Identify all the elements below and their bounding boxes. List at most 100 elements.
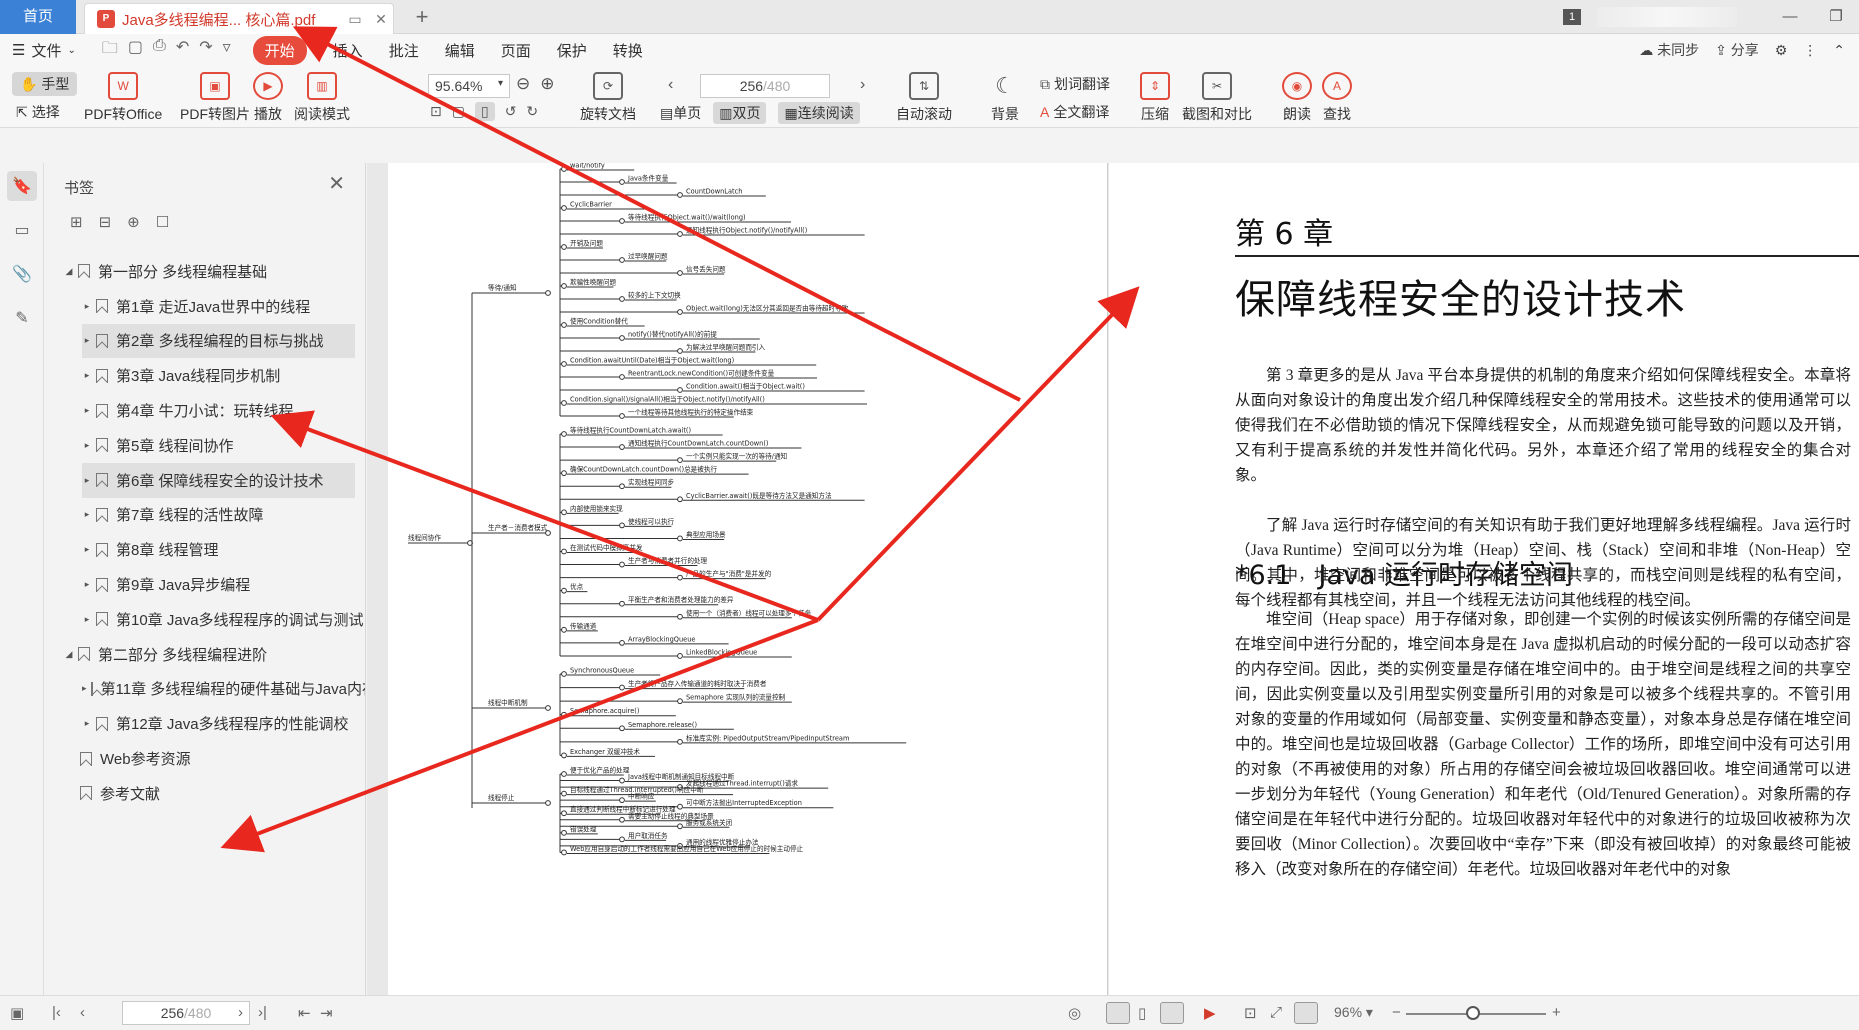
select-tool[interactable]: ⇱ 选择 <box>16 102 60 122</box>
add-bookmark-icon[interactable]: ⊕ <box>127 213 140 231</box>
pdf-to-image-button[interactable]: ▣ PDF转图片 <box>180 72 250 124</box>
status-page-input[interactable]: 256/480 <box>122 1001 250 1025</box>
zoom-out-icon[interactable]: ⊖ <box>516 74 530 94</box>
prev-page-status-icon[interactable]: ‹ <box>80 1004 85 1021</box>
continuous-view-icon[interactable] <box>1106 1002 1130 1024</box>
eye-protection-icon[interactable]: ◎ <box>1068 1004 1081 1022</box>
bookmark-item[interactable]: ▸ 第4章 牛刀小试：玩转线程 <box>44 393 365 428</box>
word-translate-button[interactable]: ⧉ 划词翻译 <box>1040 74 1110 94</box>
expand-arrow-icon[interactable]: ▸ <box>82 544 92 555</box>
float-window-icon[interactable]: ▭ <box>344 8 366 30</box>
open-folder-icon[interactable]: 🗀 <box>102 37 118 64</box>
expand-arrow-icon[interactable]: ▸ <box>82 370 92 381</box>
play-button[interactable]: ▶ 播放 <box>253 72 283 124</box>
bookmark-item[interactable]: ▸ 第12章 Java多线程程序的性能调校 <box>44 706 365 741</box>
pdf-to-office-button[interactable]: W PDF转Office <box>84 72 162 124</box>
close-icon[interactable]: ✕ <box>328 171 345 196</box>
bookmark-item[interactable]: ▸ 第6章 保障线程安全的设计技术 <box>82 462 355 498</box>
forward-icon[interactable]: ⇥ <box>320 1004 333 1022</box>
collapse-ribbon-icon[interactable]: ⌃ <box>1833 42 1845 59</box>
zoom-in-icon[interactable]: ⊕ <box>540 74 554 94</box>
prev-page-icon[interactable]: ‹ <box>668 76 673 94</box>
bookmark-item[interactable]: ▸ 第1章 走近Java世界中的线程 <box>44 289 365 324</box>
double-page-button[interactable]: ▥双页 <box>713 102 767 124</box>
bookmark-icon[interactable]: ☐ <box>156 213 169 231</box>
page-number-input[interactable]: 256/480 <box>700 74 830 98</box>
auto-scroll-button[interactable]: ⇅ 自动滚动 <box>896 72 952 124</box>
menu-page[interactable]: 页面 <box>501 40 531 61</box>
expand-arrow-icon[interactable]: ▸ <box>82 614 92 625</box>
bookmark-panel-icon[interactable]: 🔖 <box>7 171 37 201</box>
menu-comment[interactable]: 批注 <box>389 40 419 61</box>
expand-arrow-icon[interactable]: ◢ <box>64 266 74 277</box>
bookmark-item[interactable]: ▸ 第3章 Java线程同步机制 <box>44 358 365 393</box>
expand-arrow-icon[interactable]: ▸ <box>82 475 92 486</box>
expand-arrow-icon[interactable]: ▸ <box>82 301 92 312</box>
rotate-left-icon[interactable]: ↺ <box>505 103 517 120</box>
tab-home[interactable]: 首页 <box>0 0 76 34</box>
play-status-icon[interactable]: ▶ <box>1204 1004 1216 1022</box>
collapse-all-icon[interactable]: ⊟ <box>99 213 112 231</box>
user-account-area[interactable] <box>1597 7 1737 27</box>
fit-width-status-icon[interactable] <box>1294 1002 1318 1024</box>
bookmark-item[interactable]: ▸ 第10章 Java多线程程序的调试与测试 <box>44 602 365 637</box>
document-view[interactable]: 线程间协作 等待/通知 生产者－消费者模式 线程中断机制 线程停止 wait/notify… <box>367 163 1859 995</box>
bookmark-item[interactable]: ▸ 第11章 多线程编程的硬件基础与Java内存模型 <box>44 672 365 707</box>
more-icon[interactable]: ⋮ <box>1803 42 1817 59</box>
zoom-out-status-icon[interactable]: − <box>1392 1004 1401 1021</box>
bookmark-item[interactable]: ▸ 第2章 多线程编程的目标与挑战 <box>82 323 355 359</box>
read-aloud-button[interactable]: ◉ 朗读 <box>1282 72 1312 124</box>
single-page-button[interactable]: ▤单页 <box>660 103 701 123</box>
expand-arrow-icon[interactable]: ▸ <box>82 718 92 729</box>
expand-arrow-icon[interactable]: ▸ <box>82 683 87 694</box>
menu-protect[interactable]: 保护 <box>557 40 587 61</box>
print-icon[interactable]: ⎙ <box>153 37 166 64</box>
expand-arrow-icon[interactable]: ▸ <box>82 440 92 451</box>
sync-status[interactable]: ☁ 未同步 <box>1639 40 1699 60</box>
back-icon[interactable]: ⇤ <box>298 1004 311 1022</box>
expand-arrow-icon[interactable]: ▸ <box>82 579 92 590</box>
fit-page-status-icon[interactable]: ⤢ <box>1270 1004 1282 1021</box>
menu-convert[interactable]: 转换 <box>613 40 643 61</box>
bookmark-item[interactable]: Web参考资源 <box>44 741 365 776</box>
fit-width-icon[interactable]: ▯ <box>474 102 495 121</box>
redo-icon[interactable]: ↷ <box>199 37 212 64</box>
background-button[interactable]: ☾ 背景 <box>990 72 1020 124</box>
zoom-in-status-icon[interactable]: + <box>1552 1004 1561 1021</box>
signature-icon[interactable]: ✎ <box>7 303 37 333</box>
bookmark-item[interactable]: ◢ 第一部分 多线程编程基础 <box>44 254 365 289</box>
customize-dropdown-icon[interactable]: ▿ <box>223 37 231 64</box>
next-page-status-icon[interactable]: › <box>238 1004 243 1021</box>
window-count-badge[interactable]: 1 <box>1563 9 1581 25</box>
read-mode-button[interactable]: ▥ 阅读模式 <box>294 72 350 124</box>
tab-document[interactable]: P Java多线程编程... 核心篇.pdf ▭ ✕ <box>84 3 394 34</box>
fit-page-icon[interactable]: ▢ <box>452 103 465 120</box>
settings-icon[interactable]: ⚙ <box>1775 42 1788 59</box>
rotate-document-button[interactable]: ⟳ 旋转文档 <box>580 72 636 124</box>
zoom-select[interactable]: 95.64% ▾ <box>428 74 510 98</box>
menu-start[interactable]: 开始 <box>252 35 307 65</box>
save-icon[interactable]: ▢ <box>128 37 143 64</box>
bookmark-item[interactable]: ▸ 第7章 线程的活性故障 <box>44 498 365 533</box>
bookmark-item[interactable]: ▸ 第5章 线程间协作 <box>44 428 365 463</box>
actual-size-status-icon[interactable]: ⊡ <box>1244 1004 1257 1022</box>
compress-button[interactable]: ⇕ 压缩 <box>1140 72 1170 124</box>
double-view-icon[interactable] <box>1160 1002 1184 1024</box>
expand-arrow-icon[interactable]: ◢ <box>64 649 74 660</box>
find-button[interactable]: A 查找 <box>1322 72 1352 124</box>
actual-size-icon[interactable]: ⊡ <box>430 103 442 120</box>
expand-arrow-icon[interactable]: ▸ <box>82 405 92 416</box>
thumbnail-panel-icon[interactable]: ▭ <box>7 215 37 245</box>
minimize-icon[interactable]: — <box>1767 0 1813 34</box>
close-tab-icon[interactable]: ✕ <box>370 8 392 30</box>
toggle-sidebar-icon[interactable]: ▣ <box>10 1004 24 1022</box>
attachment-icon[interactable]: 📎 <box>7 259 37 289</box>
first-page-icon[interactable]: |‹ <box>52 1004 61 1021</box>
continuous-read-button[interactable]: ▦连续阅读 <box>778 102 860 124</box>
zoom-slider-knob[interactable] <box>1466 1006 1480 1020</box>
menu-insert[interactable]: 插入 <box>333 40 363 61</box>
next-page-icon[interactable]: › <box>860 76 865 94</box>
screenshot-compare-button[interactable]: ✂ 截图和对比 <box>1182 72 1252 124</box>
bookmark-item[interactable]: ▸ 第9章 Java异步编程 <box>44 567 365 602</box>
bookmark-item[interactable]: 参考文献 <box>44 776 365 811</box>
